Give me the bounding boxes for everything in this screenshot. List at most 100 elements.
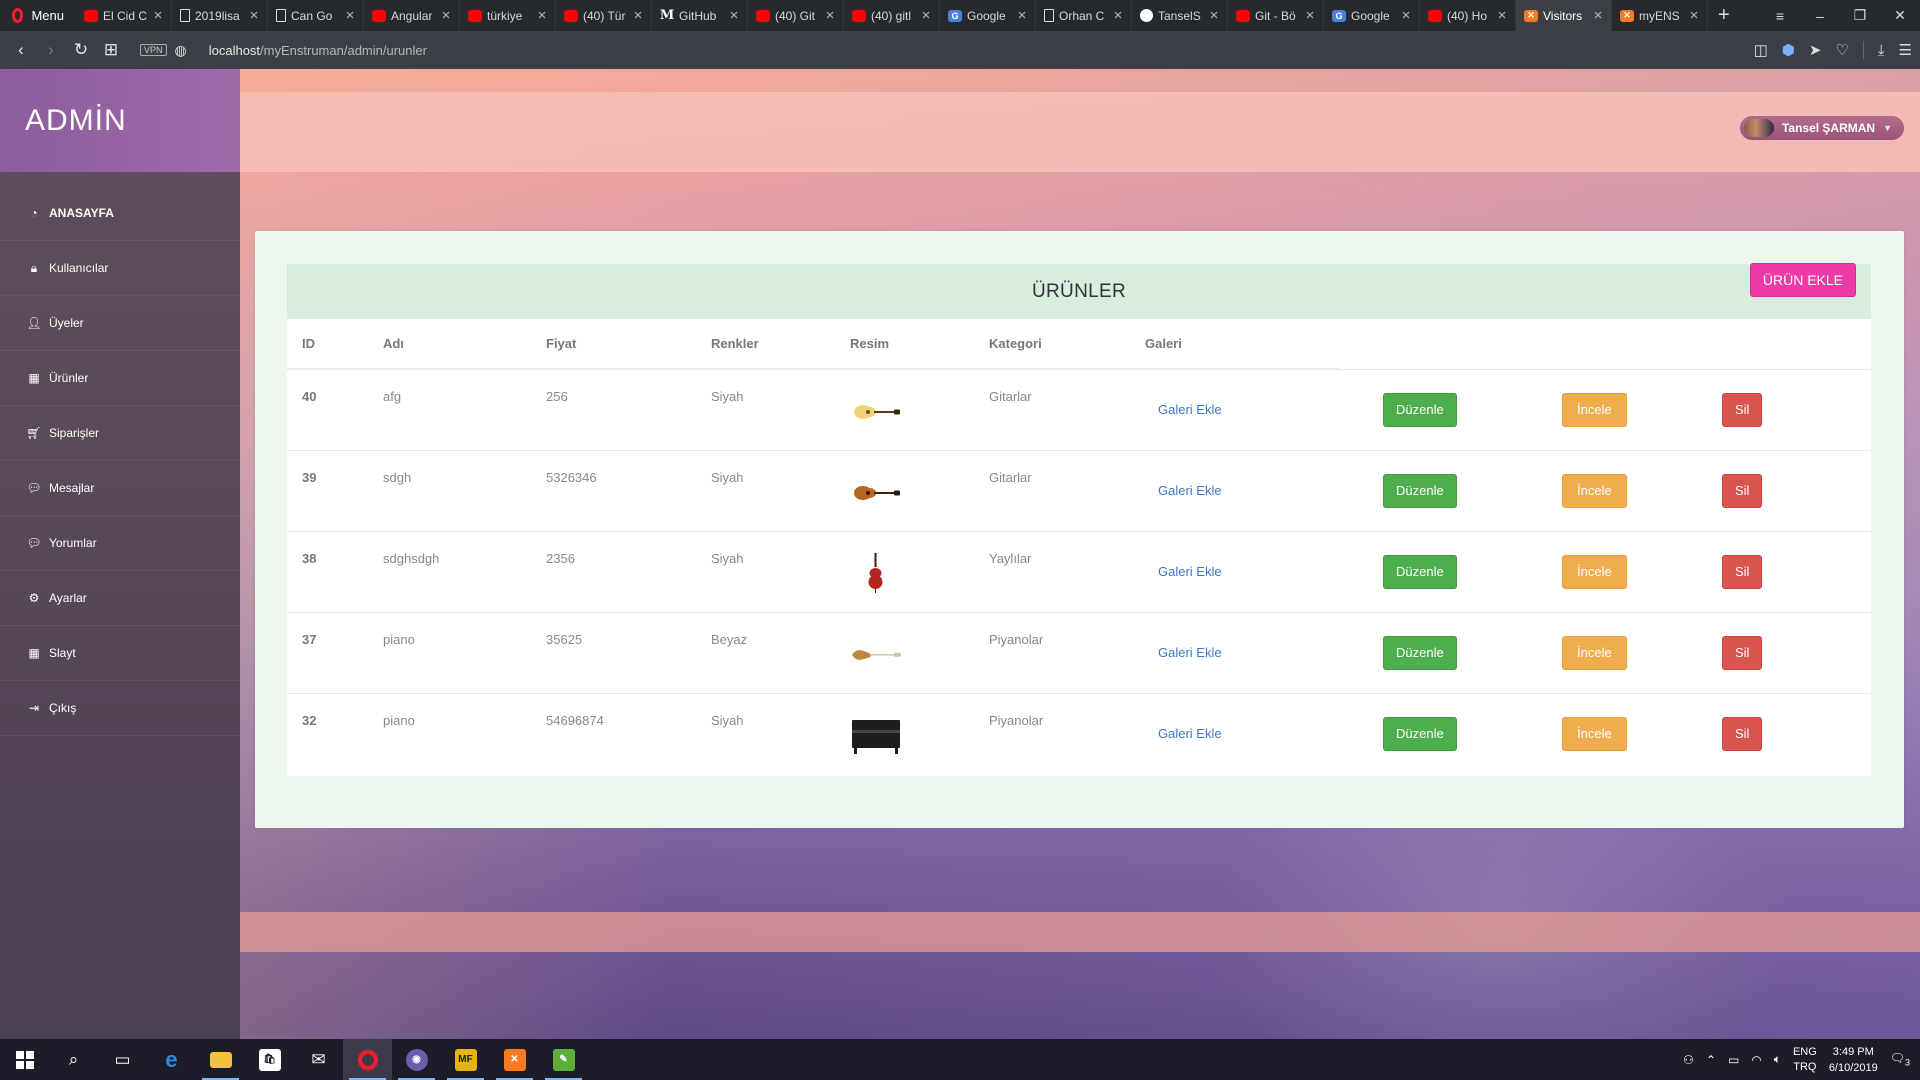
browser-tab[interactable]: G Google ×	[1324, 0, 1420, 31]
reload-button[interactable]: ↻	[66, 40, 96, 60]
close-tab-icon[interactable]: ×	[919, 7, 933, 24]
chevron-up-icon[interactable]: ⌃	[1706, 1053, 1716, 1067]
edit-button[interactable]: Düzenle	[1383, 716, 1457, 751]
mf-icon[interactable]: MF	[441, 1039, 490, 1080]
ad-blocker-icon[interactable]: ⬢	[1782, 41, 1795, 59]
browser-tab[interactable]: (40) gitl ×	[844, 0, 940, 31]
close-window-button[interactable]: ✕	[1880, 7, 1920, 24]
start-icon[interactable]	[0, 1039, 49, 1080]
file-explorer-icon[interactable]	[196, 1039, 245, 1080]
close-tab-icon[interactable]: ×	[1015, 7, 1029, 24]
browser-tab[interactable]: (40) Tür ×	[556, 0, 652, 31]
sidebar-item[interactable]: 💬︎ Mesajlar	[0, 461, 240, 516]
send-icon[interactable]: ➤	[1809, 41, 1822, 59]
close-tab-icon[interactable]: ×	[535, 7, 549, 24]
easy-setup-icon[interactable]: ☰	[1899, 41, 1912, 59]
xampp-icon[interactable]: ✕	[490, 1039, 539, 1080]
opera-menu-button[interactable]: Menu	[0, 0, 76, 31]
browser-tab[interactable]: Can Go ×	[268, 0, 364, 31]
browser-tab[interactable]: G Google ×	[940, 0, 1036, 31]
delete-button[interactable]: Sil	[1722, 392, 1763, 427]
volume-icon[interactable]: 🔈︎	[1774, 1052, 1781, 1067]
view-button[interactable]: İncele	[1562, 554, 1627, 589]
browser-tab[interactable]: TanselS ×	[1132, 0, 1228, 31]
browser-tab[interactable]: Git - Bö ×	[1228, 0, 1324, 31]
add-gallery-link[interactable]: Galeri Ekle	[1158, 402, 1222, 417]
task-view-icon[interactable]: ▭	[98, 1039, 147, 1080]
restore-button[interactable]: ❐	[1840, 7, 1880, 24]
view-button[interactable]: İncele	[1562, 392, 1627, 427]
forward-button[interactable]: ›	[36, 40, 66, 60]
browser-tab[interactable]: ✕ Visitors ×	[1516, 0, 1612, 31]
clock[interactable]: 3:49 PM 6/10/2019	[1829, 1044, 1878, 1076]
edge-icon[interactable]: e	[147, 1039, 196, 1080]
edit-button[interactable]: Düzenle	[1383, 392, 1457, 427]
browser-tab[interactable]: Angular ×	[364, 0, 460, 31]
delete-button[interactable]: Sil	[1722, 554, 1763, 589]
sidebar-item[interactable]: ▦ Ürünler	[0, 351, 240, 406]
add-gallery-link[interactable]: Galeri Ekle	[1158, 564, 1222, 579]
view-button[interactable]: İncele	[1562, 716, 1627, 751]
minimize-button[interactable]: –	[1800, 8, 1840, 24]
browser-tab[interactable]: (40) Ho ×	[1420, 0, 1516, 31]
view-button[interactable]: İncele	[1562, 473, 1627, 508]
close-tab-icon[interactable]: ×	[727, 7, 741, 24]
mail-icon[interactable]: ✉	[294, 1039, 343, 1080]
site-info-icon[interactable]: ◍	[175, 42, 187, 59]
sidebar-item[interactable]: ⇥ Çıkış	[0, 681, 240, 736]
close-tab-icon[interactable]: ×	[1399, 7, 1413, 24]
download-icon[interactable]: ⤓	[1878, 42, 1885, 59]
browser-tab[interactable]: M GitHub ×	[652, 0, 748, 31]
browser-tab[interactable]: 2019lisa ×	[172, 0, 268, 31]
add-product-button[interactable]: ÜRÜN EKLE	[1749, 263, 1856, 297]
sidebar-item[interactable]: ▦ Slayt	[0, 626, 240, 681]
browser-tab[interactable]: (40) Git ×	[748, 0, 844, 31]
tab-menu-icon[interactable]: ≡	[1760, 8, 1800, 24]
browser-tab[interactable]: ✕ myENS ×	[1612, 0, 1708, 31]
back-button[interactable]: ‹	[6, 40, 36, 60]
close-tab-icon[interactable]: ×	[247, 7, 261, 24]
sidebar-item[interactable]: 💬︎ Yorumlar	[0, 516, 240, 571]
wifi-icon[interactable]: ◠	[1751, 1053, 1761, 1067]
admin-brand[interactable]: ADMİN	[0, 69, 240, 172]
snapshot-icon[interactable]: ◫	[1754, 41, 1768, 59]
search-icon[interactable]: ⌕	[49, 1039, 98, 1080]
sidebar-item[interactable]: ◔ ANASAYFA	[0, 186, 240, 241]
close-tab-icon[interactable]: ×	[1591, 7, 1605, 24]
close-tab-icon[interactable]: ×	[439, 7, 453, 24]
sidebar-item[interactable]: ⚙ Ayarlar	[0, 571, 240, 626]
vpn-badge[interactable]: VPN	[140, 44, 167, 56]
close-tab-icon[interactable]: ×	[151, 7, 165, 24]
store-icon[interactable]: 🛍	[245, 1039, 294, 1080]
battery-icon[interactable]: ▭	[1728, 1053, 1739, 1067]
notepad-icon[interactable]: ✎	[539, 1039, 588, 1080]
view-button[interactable]: İncele	[1562, 635, 1627, 670]
notifications-icon[interactable]: 🗨︎3	[1890, 1051, 1910, 1067]
edit-button[interactable]: Düzenle	[1383, 635, 1457, 670]
people-icon[interactable]: ⚇	[1683, 1053, 1694, 1067]
delete-button[interactable]: Sil	[1722, 635, 1763, 670]
close-tab-icon[interactable]: ×	[1495, 7, 1509, 24]
add-gallery-link[interactable]: Galeri Ekle	[1158, 483, 1222, 498]
opera-icon[interactable]	[343, 1039, 392, 1080]
browser-tab[interactable]: El Cid C ×	[76, 0, 172, 31]
close-tab-icon[interactable]: ×	[1207, 7, 1221, 24]
user-dropdown[interactable]: Tansel ŞARMAN ▼	[1739, 116, 1904, 140]
bookmark-heart-icon[interactable]: ♡	[1835, 41, 1848, 59]
close-tab-icon[interactable]: ×	[1687, 7, 1701, 24]
add-gallery-link[interactable]: Galeri Ekle	[1158, 726, 1222, 741]
close-tab-icon[interactable]: ×	[343, 7, 357, 24]
close-tab-icon[interactable]: ×	[1303, 7, 1317, 24]
edit-button[interactable]: Düzenle	[1383, 554, 1457, 589]
add-gallery-link[interactable]: Galeri Ekle	[1158, 645, 1222, 660]
new-tab-button[interactable]: +	[1708, 4, 1740, 27]
url-field[interactable]: localhost/myEnstruman/admin/urunler	[209, 43, 427, 58]
close-tab-icon[interactable]: ×	[631, 7, 645, 24]
sidebar-item[interactable]: 🔒︎ Kullanıcılar	[0, 241, 240, 296]
browser-tab[interactable]: türkiye ×	[460, 0, 556, 31]
edit-button[interactable]: Düzenle	[1383, 473, 1457, 508]
language-indicator[interactable]: ENG TRQ	[1793, 1045, 1817, 1075]
close-tab-icon[interactable]: ×	[1111, 7, 1125, 24]
sidebar-item[interactable]: 👤︎ Üyeler	[0, 296, 240, 351]
app-icon[interactable]: ◉	[392, 1039, 441, 1080]
